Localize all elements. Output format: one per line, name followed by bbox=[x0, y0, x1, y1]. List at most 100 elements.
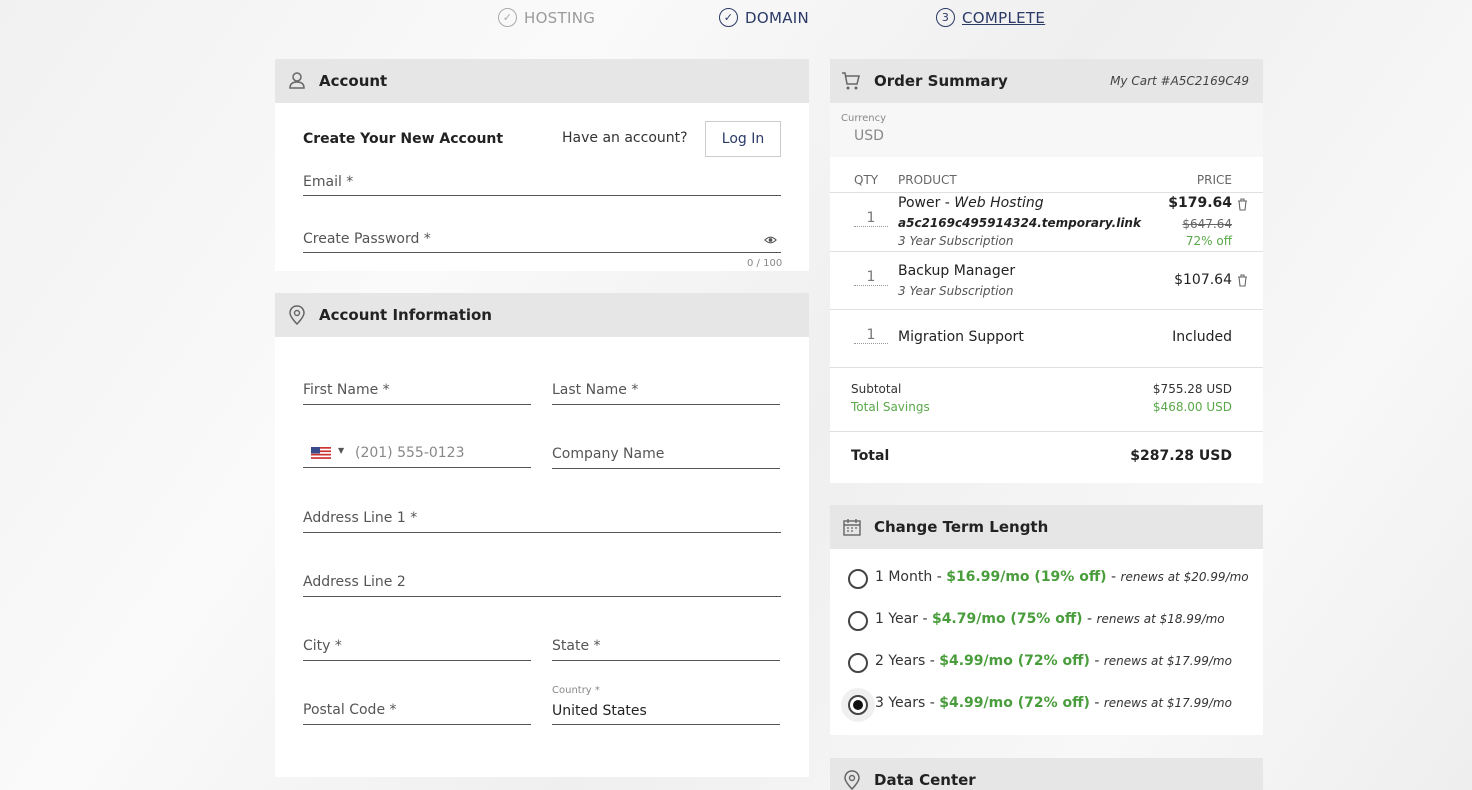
total-label: Total bbox=[851, 448, 890, 464]
data-center-header: Data Center bbox=[830, 758, 1263, 790]
term-label: 1 Month bbox=[875, 569, 933, 585]
term-option-1-year[interactable]: 1 Year - $4.79/mo (75% off) - renews at … bbox=[875, 611, 1225, 627]
product-col-header: PRODUCT bbox=[898, 173, 957, 187]
step-domain-label: DOMAIN bbox=[745, 8, 810, 27]
term-option-2-years[interactable]: 2 Years - $4.99/mo (72% off) - renews at… bbox=[875, 653, 1232, 669]
term-radio-3-years[interactable] bbox=[848, 695, 868, 715]
term-label: 2 Years bbox=[875, 653, 926, 669]
cart-item-row: 1 Power - Web Hosting a5c2169c495914324.… bbox=[830, 192, 1263, 251]
country-select[interactable] bbox=[552, 724, 780, 725]
qty-col-header: QTY bbox=[854, 173, 879, 187]
product-term: 3 Year Subscription bbox=[898, 234, 1014, 248]
account-info-header: Account Information bbox=[275, 293, 809, 337]
data-center-card: Data Center bbox=[830, 758, 1263, 790]
currency-block[interactable]: Currency USD bbox=[830, 103, 1263, 157]
address1-label: Address Line 1 * bbox=[303, 510, 418, 526]
address1-field[interactable] bbox=[303, 532, 781, 533]
currency-label: Currency bbox=[841, 113, 887, 124]
city-label: City * bbox=[303, 638, 342, 654]
address2-field[interactable] bbox=[303, 596, 781, 597]
term-radio-1-month[interactable] bbox=[848, 569, 868, 589]
step-hosting[interactable]: ✓ HOSTING bbox=[498, 8, 595, 27]
term-price: $4.99/mo (72% off) bbox=[939, 695, 1090, 711]
account-title: Account bbox=[319, 72, 388, 90]
password-field-label: Create Password * bbox=[303, 231, 431, 247]
eye-icon[interactable] bbox=[764, 235, 777, 245]
term-price: $4.79/mo (75% off) bbox=[931, 611, 1083, 627]
create-account-heading: Create Your New Account bbox=[303, 131, 504, 147]
postal-label: Postal Code * bbox=[303, 702, 397, 718]
product-type: Web Hosting bbox=[954, 195, 1044, 211]
product-separator: - bbox=[940, 195, 955, 211]
phone-field[interactable] bbox=[303, 467, 531, 468]
trash-icon[interactable] bbox=[1237, 198, 1248, 211]
qty-input[interactable]: 1 bbox=[854, 269, 888, 286]
order-summary-card: Order Summary My Cart #A5C2169C49 Curren… bbox=[830, 59, 1263, 483]
last-name-field[interactable] bbox=[552, 404, 780, 405]
currency-value: USD bbox=[854, 128, 884, 144]
address2-label: Address Line 2 bbox=[303, 574, 406, 590]
product-discount: 72% off bbox=[1185, 234, 1232, 248]
qty-input[interactable]: 1 bbox=[854, 327, 888, 344]
company-field[interactable] bbox=[552, 468, 780, 469]
calendar-icon bbox=[843, 519, 861, 536]
company-label: Company Name bbox=[552, 446, 665, 462]
subtotal-label: Subtotal bbox=[851, 382, 902, 396]
email-field-label: Email * bbox=[303, 174, 354, 190]
order-summary-header: Order Summary My Cart #A5C2169C49 bbox=[830, 59, 1263, 103]
account-card: Account Create Your New Account Have an … bbox=[275, 59, 809, 271]
term-renew: renews at $18.99/mo bbox=[1096, 612, 1225, 626]
check-circle-icon: ✓ bbox=[498, 8, 517, 27]
term-price: $4.99/mo (72% off) bbox=[939, 653, 1090, 669]
country-code-selector[interactable]: ▼ bbox=[311, 446, 347, 460]
trash-icon[interactable] bbox=[1237, 274, 1248, 287]
password-field[interactable] bbox=[303, 252, 781, 253]
check-circle-icon: ✓ bbox=[719, 8, 738, 27]
subtotal-value: $755.28 USD bbox=[1152, 382, 1232, 396]
step-domain[interactable]: ✓ DOMAIN bbox=[719, 8, 809, 27]
term-radio-1-year[interactable] bbox=[848, 611, 868, 631]
first-name-field[interactable] bbox=[303, 404, 531, 405]
step-number: 3 bbox=[936, 8, 955, 27]
country-label: Country * bbox=[552, 685, 600, 696]
term-renew: renews at $17.99/mo bbox=[1103, 654, 1232, 668]
cart-item-row: 1 Backup Manager 3 Year Subscription $10… bbox=[830, 251, 1263, 309]
product-name: Migration Support bbox=[898, 329, 1024, 345]
postal-field[interactable] bbox=[303, 724, 531, 725]
total-value: $287.28 USD bbox=[1130, 448, 1232, 464]
step-complete[interactable]: 3 COMPLETE bbox=[936, 8, 1045, 27]
cart-item-row: 1 Migration Support Included bbox=[830, 309, 1263, 367]
term-length-card: Change Term Length 1 Month - $16.99/mo (… bbox=[830, 505, 1263, 735]
account-info-card: Account Information First Name * Last Na… bbox=[275, 293, 809, 777]
location-icon bbox=[844, 770, 860, 790]
term-label: 3 Years bbox=[875, 695, 926, 711]
term-price: $16.99/mo (19% off) bbox=[946, 569, 1107, 585]
product-price: $179.64 bbox=[1168, 195, 1232, 211]
term-renew: renews at $20.99/mo bbox=[1120, 570, 1249, 584]
step-hosting-label: HOSTING bbox=[524, 8, 596, 27]
term-length-header: Change Term Length bbox=[830, 505, 1263, 549]
user-icon bbox=[289, 72, 305, 89]
term-option-1-month[interactable]: 1 Month - $16.99/mo (19% off) - renews a… bbox=[875, 569, 1249, 585]
last-name-label: Last Name * bbox=[552, 382, 639, 398]
country-value: United States bbox=[552, 703, 647, 719]
chevron-down-icon: ▼ bbox=[338, 446, 345, 455]
term-option-3-years[interactable]: 3 Years - $4.99/mo (72% off) - renews at… bbox=[875, 695, 1232, 711]
data-center-title: Data Center bbox=[874, 771, 976, 789]
savings-value: $468.00 USD bbox=[1152, 400, 1232, 414]
state-field[interactable] bbox=[552, 660, 780, 661]
have-account-text: Have an account? bbox=[562, 130, 688, 146]
product-price: Included bbox=[1172, 329, 1232, 345]
term-radio-2-years[interactable] bbox=[848, 653, 868, 673]
product-name: Power - Web Hosting bbox=[898, 195, 1044, 211]
email-field[interactable] bbox=[303, 195, 781, 196]
product-name: Backup Manager bbox=[898, 263, 1016, 279]
qty-input[interactable]: 1 bbox=[854, 210, 888, 227]
password-counter: 0 / 100 bbox=[747, 258, 783, 269]
state-label: State * bbox=[552, 638, 601, 654]
city-field[interactable] bbox=[303, 660, 531, 661]
login-button[interactable]: Log In bbox=[705, 121, 781, 157]
total-row: Total $287.28 USD bbox=[830, 431, 1263, 483]
step-complete-label: COMPLETE bbox=[962, 8, 1046, 27]
term-renew: renews at $17.99/mo bbox=[1103, 696, 1232, 710]
